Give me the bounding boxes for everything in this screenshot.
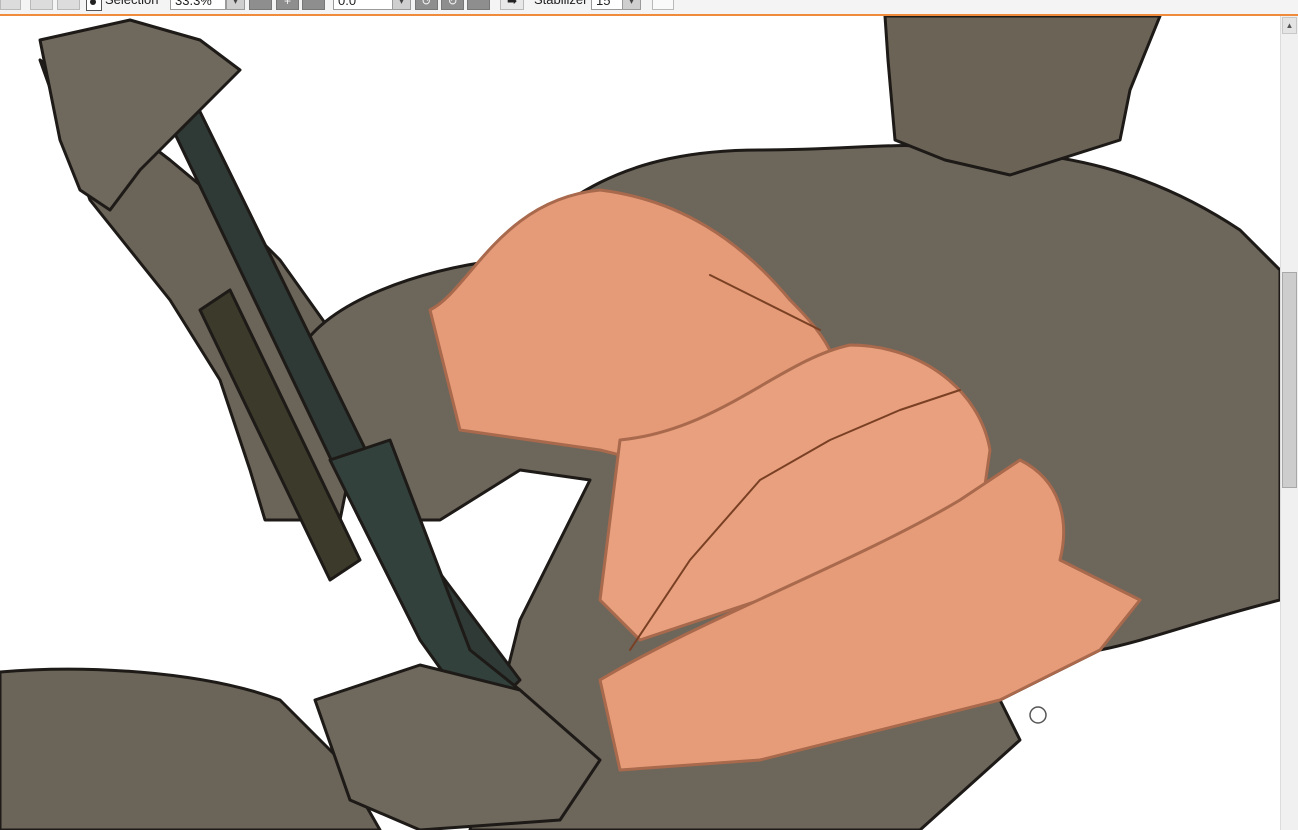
fit-icon[interactable] xyxy=(302,0,325,10)
back-icon[interactable] xyxy=(30,0,53,10)
scroll-up-button[interactable]: ▲ xyxy=(1282,17,1297,34)
stabilizer-input[interactable]: 15 xyxy=(591,0,623,10)
forward-icon[interactable] xyxy=(57,0,80,10)
rotate-right-icon[interactable]: ↻ xyxy=(441,0,464,10)
rotate-reset-icon[interactable] xyxy=(467,0,490,10)
stabilizer-label: Stabilizer xyxy=(534,0,587,8)
zoom-dropdown-button[interactable]: ▾ xyxy=(226,0,245,10)
left-leg xyxy=(0,667,382,830)
zoom-input[interactable]: 33.3% xyxy=(170,0,226,10)
canvas-toolbar: Selection 33.3% ▾ + 0.0 ▾ ↺ ↻ ➡ Stabiliz… xyxy=(0,0,1298,16)
flip-horizontal-icon[interactable]: ➡ xyxy=(500,0,524,10)
new-icon[interactable] xyxy=(0,0,21,10)
angle-input[interactable]: 0.0 xyxy=(333,0,393,10)
stabilizer-dropdown-button[interactable]: ▾ xyxy=(622,0,641,10)
artwork xyxy=(0,16,1280,830)
scroll-thumb[interactable] xyxy=(1282,272,1297,488)
vertical-scrollbar[interactable]: ▲ xyxy=(1280,16,1298,830)
head xyxy=(883,16,1162,177)
cursor-icon[interactable] xyxy=(652,0,674,10)
selection-toggle-icon[interactable] xyxy=(86,0,102,11)
selection-label: Selection xyxy=(105,0,158,8)
rotate-left-icon[interactable]: ↺ xyxy=(415,0,438,10)
zoom-out-icon[interactable] xyxy=(249,0,272,10)
brush-cursor-icon xyxy=(1029,706,1047,724)
zoom-in-icon[interactable]: + xyxy=(276,0,299,10)
drawing-canvas[interactable] xyxy=(0,16,1280,830)
angle-dropdown-button[interactable]: ▾ xyxy=(392,0,411,10)
